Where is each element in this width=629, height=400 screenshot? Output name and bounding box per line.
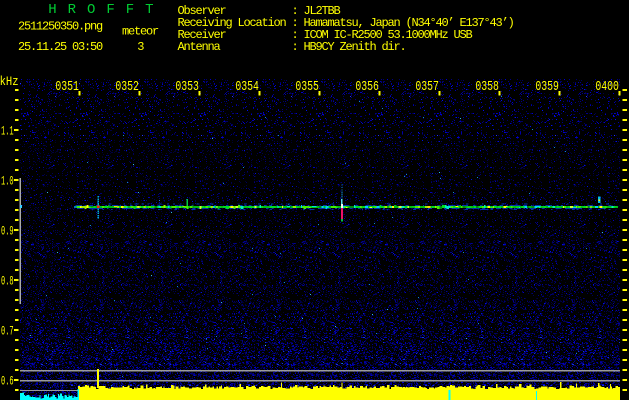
- svg-text:2511250350.png: 2511250350.png: [18, 19, 103, 33]
- svg-text:0359: 0359: [535, 78, 559, 94]
- svg-text:0.9: 0.9: [1, 226, 14, 240]
- svg-text:0354: 0354: [235, 78, 259, 94]
- svg-text:0355: 0355: [295, 78, 319, 94]
- svg-text:0400: 0400: [595, 78, 619, 94]
- svg-text:1.1: 1.1: [1, 126, 14, 140]
- svg-text:Antenna : HB9CY Zen: Antenna : HB9CY Zenith dir.: [178, 40, 406, 54]
- svg-text:meteor: meteor: [122, 25, 159, 39]
- svg-text:0351: 0351: [55, 78, 79, 94]
- svg-text:0.8: 0.8: [1, 276, 14, 290]
- svg-text:0357: 0357: [415, 78, 439, 94]
- svg-text:0358: 0358: [475, 78, 499, 94]
- svg-text:0356: 0356: [355, 78, 379, 94]
- svg-text:25.11.25 03:50: 25.11.25 03:50: [18, 40, 103, 54]
- svg-text:3: 3: [137, 40, 144, 54]
- svg-text:0.6: 0.6: [1, 376, 14, 390]
- svg-text:HROFFT: HROFFT: [48, 2, 164, 18]
- svg-text:0353: 0353: [175, 78, 199, 94]
- svg-text:0.7: 0.7: [1, 326, 14, 340]
- svg-text:0352: 0352: [115, 78, 139, 94]
- svg-text:1.0: 1.0: [1, 176, 14, 190]
- svg-text:kHz: kHz: [0, 74, 19, 89]
